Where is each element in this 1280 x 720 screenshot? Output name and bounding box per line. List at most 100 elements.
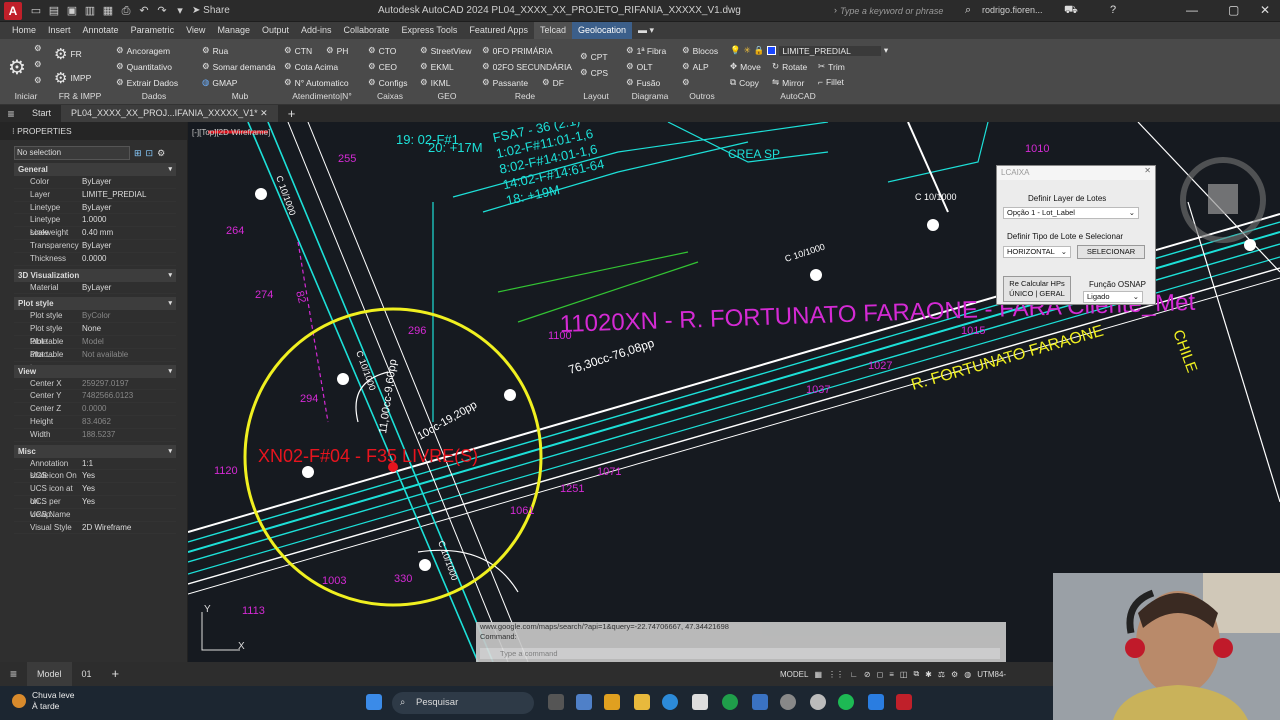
- property-value[interactable]: 1:1: [80, 458, 176, 470]
- selecionar-button[interactable]: SELECIONAR: [1077, 245, 1145, 259]
- recalc-button[interactable]: Re Calcular HPs ÚNICO | GERAL: [1003, 276, 1071, 302]
- olt-button[interactable]: ⚙ OLT: [626, 61, 653, 72]
- start-tab[interactable]: Start: [22, 105, 61, 122]
- streetview-button[interactable]: ⚙ StreetView: [420, 45, 472, 56]
- property-value[interactable]: 83.4062: [80, 416, 176, 428]
- primeira-fibra-button[interactable]: ⚙ 1ª Fibra: [626, 45, 666, 56]
- tab-home[interactable]: Home: [6, 22, 42, 39]
- settings-icon[interactable]: [780, 694, 796, 710]
- dynamic-ucs-icon[interactable]: ✱: [925, 670, 932, 679]
- section-general[interactable]: General ▾: [14, 163, 176, 176]
- property-value[interactable]: 2D Wireframe: [80, 522, 176, 534]
- chevron-down-icon[interactable]: ▾: [168, 269, 172, 282]
- property-row[interactable]: Thickness 0.0000: [14, 253, 176, 266]
- alp-button[interactable]: ⚙ ALP: [682, 61, 709, 72]
- property-value[interactable]: ByColor: [80, 310, 176, 322]
- layer-control[interactable]: 💡 ✳ 🔒 LIMITE_PREDIAL ▾: [730, 45, 888, 56]
- copy-button[interactable]: ⧉ Copy: [730, 77, 759, 88]
- chat-icon[interactable]: [576, 694, 592, 710]
- store-icon[interactable]: [692, 694, 708, 710]
- property-row[interactable]: Plot table type Not available: [14, 349, 176, 372]
- command-input[interactable]: Type a command: [480, 648, 1000, 659]
- chevron-down-icon[interactable]: ▾: [168, 365, 172, 378]
- property-value[interactable]: Yes: [80, 496, 176, 508]
- layout-tab[interactable]: 01: [72, 662, 102, 686]
- hamburger-menu-icon[interactable]: ≡: [0, 662, 27, 686]
- cota-acima-button[interactable]: ⚙ Cota Acima: [284, 61, 338, 72]
- quick-select-icon[interactable]: ⚙: [157, 148, 165, 159]
- property-row[interactable]: Width 188.5237: [14, 429, 176, 442]
- ekml-button[interactable]: ⚙ EKML: [420, 61, 454, 72]
- app-icon[interactable]: [752, 694, 768, 710]
- user-account[interactable]: rodrigo.fioren...: [982, 5, 1043, 15]
- cpt-button[interactable]: ⚙ CPT: [580, 51, 608, 62]
- fo-primaria-button[interactable]: ⚙ 0FO PRIMÁRIA: [482, 45, 553, 56]
- taskbar-search[interactable]: ⌕ Pesquisar: [392, 692, 534, 714]
- model-tab[interactable]: Model: [27, 662, 72, 686]
- rotate-button[interactable]: ↻ Rotate: [772, 61, 807, 72]
- tab-geolocation[interactable]: Geolocation: [571, 22, 633, 39]
- help-search-input[interactable]: Type a keyword or phrase: [840, 3, 960, 19]
- chevron-down-icon[interactable]: ▾: [168, 445, 172, 458]
- property-row[interactable]: UCS icon at ori... Yes: [14, 483, 176, 506]
- property-value[interactable]: 7482566.0123: [80, 390, 176, 402]
- property-value[interactable]: 0.0000: [80, 403, 176, 415]
- ceo-button[interactable]: ⚙ CEO: [368, 61, 397, 72]
- toggle-pickadd-icon[interactable]: ⊞: [134, 148, 142, 159]
- trim-button[interactable]: ✂ Trim: [818, 61, 845, 72]
- tab-collaborate[interactable]: Collaborate: [338, 22, 396, 39]
- osnap-dropdown[interactable]: Ligado ⌄: [1083, 291, 1143, 303]
- undo-icon[interactable]: ↶: [138, 5, 150, 17]
- workspace-icon[interactable]: ⚙: [951, 670, 958, 679]
- help-icon[interactable]: ?: [1110, 4, 1116, 16]
- ikml-button[interactable]: ⚙ IKML: [420, 77, 450, 88]
- n-automatico-button[interactable]: ⚙ N° Automatico: [284, 77, 349, 88]
- property-row[interactable]: Linetype scale 1.0000: [14, 214, 176, 237]
- tab-manage[interactable]: Manage: [211, 22, 256, 39]
- lineweight-icon[interactable]: ≡: [889, 670, 894, 679]
- property-row[interactable]: Plot style table None: [14, 323, 176, 346]
- tab-annotate[interactable]: Annotate: [77, 22, 125, 39]
- chevron-right-icon[interactable]: ›: [834, 5, 837, 15]
- edge-icon[interactable]: [662, 694, 678, 710]
- tab-parametric[interactable]: Parametric: [125, 22, 181, 39]
- section-3d-visualization[interactable]: 3D Visualization ▾: [14, 268, 176, 282]
- chrome-icon[interactable]: [722, 694, 738, 710]
- property-row[interactable]: Center Y 7482566.0123: [14, 390, 176, 404]
- hamburger-menu-icon[interactable]: ≡: [0, 107, 22, 121]
- passante-button[interactable]: ⚙ Passante: [482, 77, 528, 88]
- property-row[interactable]: Layer LIMITE_PREDIAL: [14, 189, 176, 202]
- minimize-button[interactable]: —: [1186, 3, 1198, 17]
- property-row[interactable]: Linetype ByLayer: [14, 202, 176, 215]
- open-web-icon[interactable]: ▦: [102, 5, 114, 17]
- select-objects-icon[interactable]: ⊡: [146, 148, 154, 159]
- ribbon-options-icon[interactable]: ▬ ▾: [632, 22, 660, 39]
- somar-demanda-button[interactable]: ⚙ Somar demanda: [202, 61, 275, 72]
- gmap-button[interactable]: ◍ GMAP: [202, 77, 237, 88]
- configs-button[interactable]: ⚙ Configs: [368, 77, 407, 88]
- property-value[interactable]: Not available: [80, 349, 176, 361]
- gear-small-icon[interactable]: ⚙: [34, 75, 42, 86]
- blocos-button[interactable]: ⚙ Blocos: [682, 45, 718, 56]
- selection-cycling-icon[interactable]: ⧉: [913, 669, 919, 679]
- selection-dropdown[interactable]: No selection: [14, 146, 130, 160]
- open-file-icon[interactable]: ▤: [48, 5, 60, 17]
- ctn-button[interactable]: ⚙ CTN: [284, 45, 312, 56]
- property-row[interactable]: Lineweight 0.40 mm: [14, 227, 176, 240]
- tab-insert[interactable]: Insert: [42, 22, 77, 39]
- property-row[interactable]: Plot table attac... Model: [14, 336, 176, 359]
- annotation-scale-icon[interactable]: ⚖: [938, 670, 945, 679]
- type-dropdown[interactable]: HORIZONTAL ⌄: [1003, 246, 1071, 258]
- telcad-gear-icon[interactable]: ⚙: [8, 55, 26, 80]
- tab-express-tools[interactable]: Express Tools: [396, 22, 464, 39]
- property-value[interactable]: ByLayer: [80, 240, 176, 252]
- close-icon[interactable]: ✕: [1144, 166, 1151, 175]
- fo-secundaria-button[interactable]: ⚙ 02FO SECUNDÁRIA: [482, 61, 572, 72]
- ortho-icon[interactable]: ∟: [850, 670, 858, 679]
- gear-small-icon[interactable]: ⚙: [34, 59, 42, 70]
- file-explorer-icon[interactable]: [634, 694, 650, 710]
- cart-icon[interactable]: ⛟: [1064, 4, 1078, 18]
- property-row[interactable]: UCS icon On Yes: [14, 470, 176, 484]
- property-row[interactable]: UCS per viewp... Yes: [14, 496, 176, 519]
- qat-dropdown-icon[interactable]: ▾: [174, 5, 186, 17]
